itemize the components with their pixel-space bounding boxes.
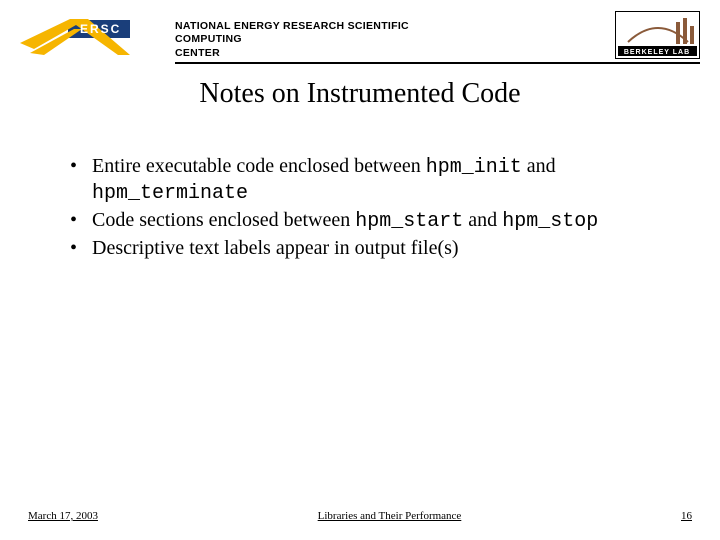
bullet-text: Descriptive text labels appear in output… [92, 237, 459, 259]
code-span: hpm_terminate [92, 182, 248, 205]
bullet-text: and [522, 155, 556, 177]
nersc-logo: ERSC [20, 15, 130, 55]
list-item: Entire executable code enclosed between … [70, 154, 660, 206]
berkeley-lab-logo: BERKELEY LAB [615, 11, 700, 59]
nersc-logo-svg: ERSC [20, 15, 130, 55]
list-item: Code sections enclosed between hpm_start… [70, 208, 660, 234]
code-span: hpm_start [355, 210, 463, 233]
code-span: hpm_init [426, 156, 522, 179]
org-line1: NATIONAL ENERGY RESEARCH SCIENTIFIC COMP… [175, 20, 409, 46]
slide-header: ERSC NATIONAL ENERGY RESEARCH SCIENTIFIC… [0, 0, 720, 60]
footer-date: March 17, 2003 [28, 510, 98, 522]
page-number: 16 [681, 510, 692, 522]
bullet-text: and [463, 209, 502, 231]
code-span: hpm_stop [502, 210, 598, 233]
slide-footer: March 17, 2003 Libraries and Their Perfo… [0, 510, 720, 522]
bullet-text: Code sections enclosed between [92, 209, 355, 231]
berkeley-lab-logo-svg: BERKELEY LAB [616, 12, 699, 58]
nersc-logo-text: ERSC [80, 22, 121, 36]
berkeley-lab-text: BERKELEY LAB [624, 49, 690, 56]
list-item: Descriptive text labels appear in output… [70, 236, 660, 261]
bullet-text: Entire executable code enclosed between [92, 155, 426, 177]
bullet-list: Entire executable code enclosed between … [70, 154, 660, 261]
header-divider [175, 62, 700, 64]
header-title-wrap: NATIONAL ENERGY RESEARCH SCIENTIFIC COMP… [130, 10, 615, 61]
slide-title: Notes on Instrumented Code [0, 78, 720, 110]
slide-content: Entire executable code enclosed between … [0, 110, 720, 261]
org-name: NATIONAL ENERGY RESEARCH SCIENTIFIC COMP… [175, 20, 465, 61]
org-line2: CENTER [175, 47, 220, 59]
footer-title: Libraries and Their Performance [98, 510, 681, 522]
